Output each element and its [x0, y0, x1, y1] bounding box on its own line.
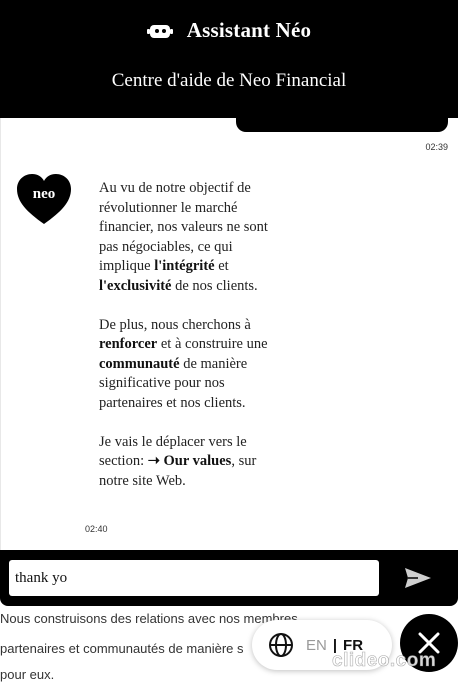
chat-messages[interactable]: 02:39 neo Au vu de notre objectif de rév…	[0, 98, 458, 550]
page-text-line: pour eux.	[0, 667, 55, 682]
bot-message-timestamp: 02:40	[85, 524, 108, 534]
user-message-bubble	[236, 98, 448, 132]
our-values-link[interactable]: ➝ Our values	[148, 453, 232, 469]
message-input[interactable]	[9, 560, 379, 596]
header-subtitle: Centre d'aide de Neo Financial	[111, 70, 347, 91]
robot-icon	[146, 23, 173, 39]
svg-text:neo: neo	[33, 186, 56, 202]
send-icon	[405, 568, 431, 588]
page-text-line: Nous construisons des relations avec nos…	[0, 611, 302, 626]
message-composer	[0, 550, 458, 606]
user-message-timestamp: 02:39	[425, 142, 448, 152]
assistant-title: Assistant Néo	[186, 18, 312, 42]
lang-option-en[interactable]: EN	[306, 637, 327, 654]
page-text-line: partenaires et communautés de manière s	[0, 641, 244, 656]
bot-paragraph-3: Je vais le déplacer vers le section: ➝ O…	[99, 433, 257, 489]
globe-icon	[269, 633, 293, 657]
bot-message: Au vu de notre objectif de révolutionner…	[99, 179, 284, 511]
heart-logo-icon: neo	[17, 174, 71, 224]
bot-paragraph-1: Au vu de notre objectif de révolutionner…	[99, 180, 268, 294]
send-button[interactable]	[398, 562, 438, 594]
bot-paragraph-2: De plus, nous cherchons à renforcer et à…	[99, 316, 268, 411]
neo-avatar: neo	[15, 174, 73, 226]
watermark: clideo.com	[332, 650, 437, 672]
header-title-row: Assistant Néo	[0, 18, 458, 43]
